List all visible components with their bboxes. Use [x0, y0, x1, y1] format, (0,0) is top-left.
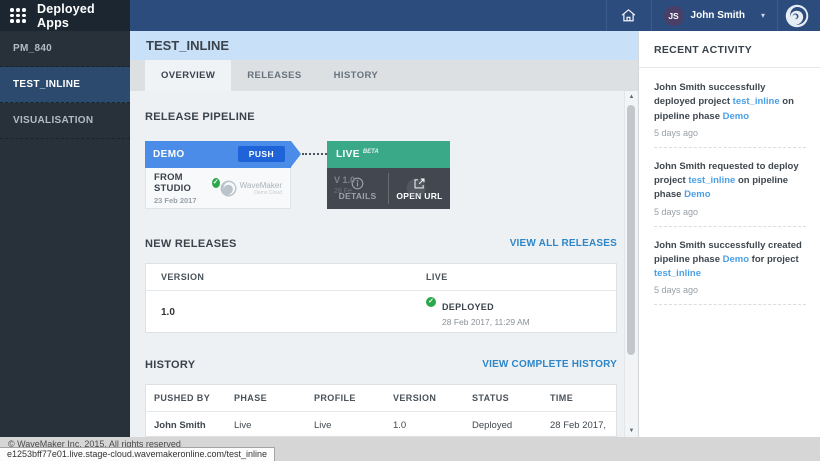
- demo-cloud-logo: WaveMaker Demo Cloud: [220, 180, 282, 197]
- table-row[interactable]: John Smith Live Live 1.0 Deployed 28 Feb…: [146, 412, 616, 437]
- col-version: VERSION: [385, 393, 464, 403]
- live-card-body: V 1.0 28 Fe DETAILS OPEN U: [327, 168, 450, 209]
- tab-releases[interactable]: RELEASES: [231, 60, 317, 91]
- deploy-status: DEPLOYED: [442, 302, 494, 312]
- pipeline-phase-live-card: LIVE BETA V 1.0 28 Fe DETAILS: [327, 141, 450, 209]
- activity-time: 5 days ago: [654, 285, 806, 295]
- phase-link[interactable]: Demo: [684, 189, 710, 200]
- activity-item: John Smith requested to deploy project t…: [654, 157, 806, 227]
- overview-content: RELEASE PIPELINE DEMO PUSH FROM STUDIO ✓…: [130, 91, 638, 437]
- activity-item: John Smith successfully created pipeline…: [654, 236, 806, 306]
- wave-swirl-icon: [220, 180, 237, 197]
- sidebar-item-visualisation[interactable]: VISUALISATION: [0, 103, 130, 139]
- col-phase: PHASE: [226, 393, 306, 403]
- content-scrollbar[interactable]: ▲ ▼: [624, 91, 637, 437]
- history-table-header: PUSHED BY PHASE PROFILE VERSION STATUS T…: [146, 385, 616, 412]
- view-complete-history-link[interactable]: VIEW COMPLETE HISTORY: [482, 359, 617, 370]
- release-version: 1.0: [146, 307, 426, 318]
- live-phase-label: LIVE: [336, 149, 360, 160]
- activity-text: for project: [749, 254, 799, 265]
- home-button[interactable]: [607, 0, 651, 31]
- scrollbar-thumb[interactable]: [627, 105, 635, 355]
- home-icon: [620, 7, 637, 24]
- user-name: John Smith: [691, 10, 745, 21]
- history-heading: HISTORY: [145, 359, 195, 371]
- phase-link[interactable]: Demo: [723, 254, 749, 265]
- avatar: JS: [664, 6, 684, 26]
- wave-logo-icon: [785, 4, 809, 28]
- scroll-up-icon[interactable]: ▲: [625, 94, 638, 100]
- scroll-down-icon[interactable]: ▼: [625, 428, 638, 434]
- app-title: Deployed Apps: [37, 2, 130, 30]
- sidebar-item-test-inline[interactable]: TEST_INLINE: [0, 67, 130, 103]
- recent-activity-heading: RECENT ACTIVITY: [654, 44, 806, 56]
- release-pipeline-heading: RELEASE PIPELINE: [145, 111, 255, 123]
- project-link[interactable]: test_inline: [654, 268, 701, 279]
- status-bar-url: e1253bff77e01.live.stage-cloud.wavemaker…: [0, 447, 275, 461]
- demo-card-header: DEMO PUSH: [145, 141, 291, 168]
- col-profile: PROFILE: [306, 393, 385, 403]
- history-time: 28 Feb 2017,: [542, 420, 616, 431]
- history-pushed-by: John Smith: [146, 420, 226, 431]
- app-brand: Deployed Apps: [0, 0, 130, 31]
- tab-history[interactable]: HISTORY: [318, 60, 395, 91]
- activity-time: 5 days ago: [654, 207, 806, 217]
- success-check-icon: ✓: [212, 178, 220, 188]
- col-time: TIME: [542, 393, 616, 403]
- deploy-time: 28 Feb 2017, 11:29 AM: [442, 317, 530, 327]
- project-link[interactable]: test_inline: [688, 175, 735, 186]
- live-version-info: V 1.0 28 Fe: [334, 175, 355, 195]
- live-version: V 1.0: [334, 175, 355, 185]
- push-button[interactable]: PUSH: [238, 146, 285, 162]
- tab-overview[interactable]: OVERVIEW: [145, 60, 231, 91]
- logo-name: WaveMaker: [240, 181, 282, 190]
- col-status: STATUS: [464, 393, 542, 403]
- table-row[interactable]: 1.0 ✓ DEPLOYED 28 Feb 2017, 11:29 AM: [146, 291, 616, 333]
- page-title-bar: TEST_INLINE: [130, 31, 638, 60]
- activity-time: 5 days ago: [654, 128, 806, 138]
- new-releases-table: VERSION LIVE 1.0 ✓ DEPLOYED 28 Feb 2017,…: [145, 263, 617, 333]
- history-phase: Live: [226, 420, 306, 431]
- user-menu[interactable]: JS John Smith ▾: [652, 0, 777, 31]
- releases-table-header: VERSION LIVE: [146, 264, 616, 291]
- topbar-right: JS John Smith ▾: [130, 0, 820, 31]
- pipeline-phase-demo-card: DEMO PUSH FROM STUDIO ✓ 23 Feb 2017: [145, 141, 291, 209]
- phase-link[interactable]: Demo: [723, 111, 749, 122]
- deployed-check-icon: ✓: [426, 297, 436, 307]
- live-date: 28 Fe: [334, 188, 355, 195]
- sidebar-item-pm-840[interactable]: PM_840: [0, 31, 130, 67]
- activity-divider: [639, 67, 820, 68]
- history-version: 1.0: [385, 420, 464, 431]
- col-live: LIVE: [426, 272, 616, 282]
- page-title: TEST_INLINE: [146, 38, 229, 53]
- col-pushed-by: PUSHED BY: [146, 393, 226, 403]
- demo-phase-label: DEMO: [153, 149, 185, 160]
- top-bar: Deployed Apps JS John Smith ▾: [0, 0, 820, 31]
- beta-badge: BETA: [363, 149, 379, 155]
- from-studio-label: FROM STUDIO: [154, 172, 208, 194]
- wavemaker-logo[interactable]: [778, 0, 816, 31]
- main-area: TEST_INLINE OVERVIEW RELEASES HISTORY RE…: [130, 31, 638, 437]
- tab-bar: OVERVIEW RELEASES HISTORY: [130, 60, 638, 91]
- ghost-wave-icon: [406, 178, 426, 198]
- pipeline-connector: [302, 153, 327, 155]
- history-profile-link[interactable]: Live: [306, 420, 385, 431]
- history-table: PUSHED BY PHASE PROFILE VERSION STATUS T…: [145, 384, 617, 437]
- demo-deploy-date: 23 Feb 2017: [154, 196, 220, 205]
- view-all-releases-link[interactable]: VIEW ALL RELEASES: [510, 238, 617, 249]
- recent-activity-panel: RECENT ACTIVITY John Smith successfully …: [638, 31, 820, 437]
- project-link[interactable]: test_inline: [733, 96, 780, 107]
- new-releases-heading: NEW RELEASES: [145, 238, 237, 250]
- live-card-header: LIVE BETA: [327, 141, 450, 168]
- logo-subtext: Demo Cloud: [240, 190, 282, 196]
- activity-item: John Smith successfully deployed project…: [654, 78, 806, 148]
- col-version: VERSION: [146, 272, 426, 282]
- pipeline-arrow: [291, 141, 301, 167]
- apps-grid-icon[interactable]: [10, 8, 26, 23]
- sidebar: PM_840 TEST_INLINE VISUALISATION: [0, 31, 130, 437]
- demo-card-body: FROM STUDIO ✓ 23 Feb 2017 WaveMaker Demo…: [145, 168, 291, 209]
- history-status: Deployed: [464, 420, 542, 431]
- chevron-down-icon: ▾: [761, 11, 765, 20]
